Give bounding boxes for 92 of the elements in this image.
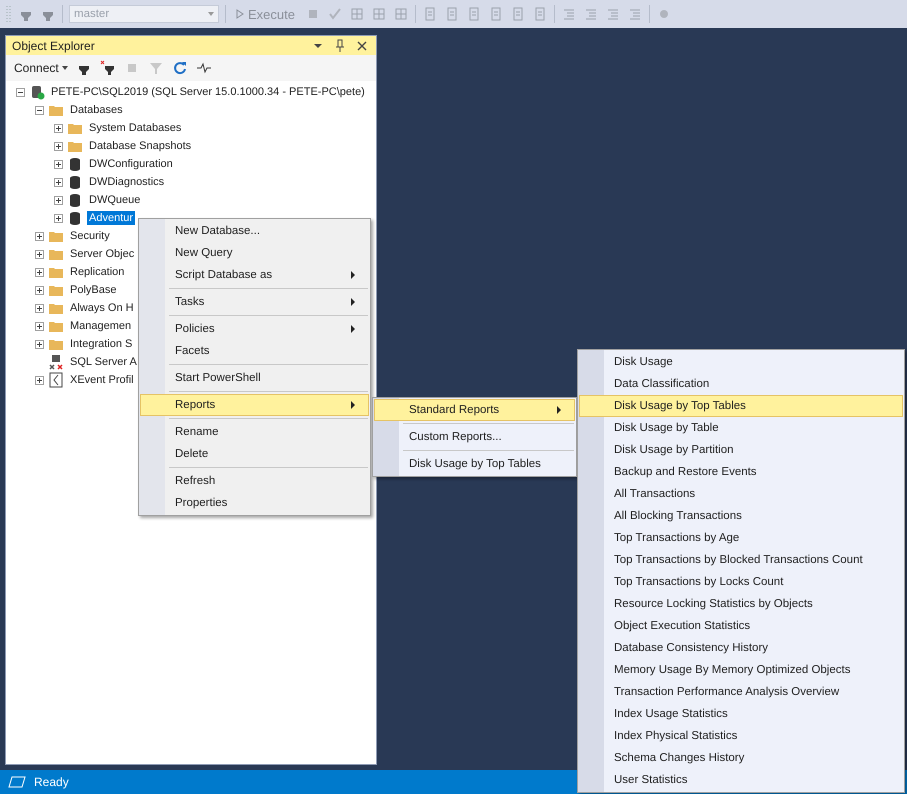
menu-item[interactable]: Memory Usage By Memory Optimized Objects xyxy=(579,659,903,681)
menu-item[interactable]: Data Classification xyxy=(579,373,903,395)
tree-item[interactable]: Database Snapshots xyxy=(87,139,194,153)
menu-item[interactable]: Tasks xyxy=(140,291,369,313)
tree-item[interactable]: XEvent Profil xyxy=(68,373,136,387)
menu-item[interactable]: Resource Locking Statistics by Objects xyxy=(579,593,903,615)
tree-item[interactable]: DWQueue xyxy=(87,193,142,207)
expand-toggle[interactable] xyxy=(35,232,44,240)
menu-item[interactable]: Standard Reports xyxy=(374,399,575,421)
status-icon xyxy=(8,775,26,789)
tree-item[interactable]: DWDiagnostics xyxy=(87,175,166,189)
database-icon xyxy=(67,192,83,208)
menu-item[interactable]: Rename xyxy=(140,421,369,443)
submenu-arrow-icon xyxy=(350,325,356,333)
menu-item[interactable]: Object Execution Statistics xyxy=(579,615,903,637)
status-text: Ready xyxy=(34,775,69,789)
grip-icon xyxy=(6,5,12,23)
menu-item[interactable]: Disk Usage by Partition xyxy=(579,439,903,461)
expand-toggle[interactable] xyxy=(54,178,63,186)
expand-toggle[interactable] xyxy=(35,286,44,294)
menu-item[interactable]: Disk Usage by Table xyxy=(579,417,903,439)
expand-toggle[interactable] xyxy=(54,160,63,168)
menu-item[interactable]: Top Transactions by Locks Count xyxy=(579,571,903,593)
tree-item[interactable]: Replication xyxy=(68,265,126,279)
database-icon xyxy=(67,210,83,226)
menu-item[interactable]: Top Transactions by Blocked Transactions Count xyxy=(579,549,903,571)
tree-item[interactable]: System Databases xyxy=(87,121,184,135)
collapse-toggle[interactable] xyxy=(16,88,25,96)
caret-icon xyxy=(208,12,214,16)
play-icon xyxy=(236,9,244,19)
tree-item[interactable]: SQL Server A xyxy=(68,355,139,369)
tree-item[interactable]: Security xyxy=(68,229,112,243)
expand-toggle[interactable] xyxy=(35,376,44,384)
tree-item[interactable]: PETE-PC\SQL2019 (SQL Server 15.0.1000.34 - PETE-PC\pete) xyxy=(49,85,367,99)
connect-button[interactable]: Connect xyxy=(14,61,68,75)
caret-icon xyxy=(62,66,68,70)
submenu-arrow-icon xyxy=(350,271,356,279)
refresh-icon[interactable] xyxy=(172,60,188,76)
menu-item[interactable]: User Statistics xyxy=(579,769,903,791)
menu-item[interactable]: Refresh xyxy=(140,470,369,492)
menu-item[interactable]: Index Usage Statistics xyxy=(579,703,903,725)
menu-item[interactable]: New Query xyxy=(140,242,369,264)
menu-item[interactable]: Index Physical Statistics xyxy=(579,725,903,747)
database-icon xyxy=(67,156,83,172)
submenu-arrow-icon xyxy=(350,298,356,306)
menu-item[interactable]: Reports xyxy=(140,394,369,416)
panel-title: Object Explorer xyxy=(12,38,95,52)
menu-item[interactable]: Disk Usage by Top Tables xyxy=(374,453,575,475)
menu-item[interactable]: Transaction Performance Analysis Overview xyxy=(579,681,903,703)
disconnect-icon[interactable] xyxy=(100,60,116,76)
menu-item[interactable]: Policies xyxy=(140,318,369,340)
menu-item[interactable]: Script Database as xyxy=(140,264,369,286)
expand-toggle[interactable] xyxy=(35,268,44,276)
expand-toggle[interactable] xyxy=(54,214,63,222)
server-icon xyxy=(29,84,45,100)
menu-item[interactable]: Properties xyxy=(140,492,369,514)
expand-toggle[interactable] xyxy=(54,124,63,132)
submenu-arrow-icon xyxy=(556,406,562,414)
menu-item[interactable]: Disk Usage xyxy=(579,351,903,373)
tree-item[interactable]: Server Objec xyxy=(68,247,136,261)
menu-item[interactable]: Custom Reports... xyxy=(374,426,575,448)
tree-item[interactable]: Adventur xyxy=(87,211,136,225)
menu-item[interactable]: All Blocking Transactions xyxy=(579,505,903,527)
submenu-arrow-icon xyxy=(350,401,356,409)
expand-toggle[interactable] xyxy=(54,142,63,150)
tree-item[interactable]: DWConfiguration xyxy=(87,157,175,171)
tree-item[interactable]: PolyBase xyxy=(68,283,118,297)
check-icon[interactable] xyxy=(326,6,343,22)
tree-item[interactable]: Always On H xyxy=(68,301,136,315)
tree-item[interactable]: Managemen xyxy=(68,319,134,333)
expand-toggle[interactable] xyxy=(35,304,44,312)
menu-item[interactable]: Start PowerShell xyxy=(140,367,369,389)
menu-item[interactable]: Delete xyxy=(140,443,369,465)
menu-item[interactable]: Schema Changes History xyxy=(579,747,903,769)
expand-toggle[interactable] xyxy=(35,250,44,258)
expand-toggle[interactable] xyxy=(54,196,63,204)
menu-item[interactable]: Disk Usage by Top Tables xyxy=(579,395,903,417)
tree-item[interactable]: Databases xyxy=(68,103,125,117)
database-icon xyxy=(67,174,83,190)
expand-toggle[interactable] xyxy=(35,340,44,348)
menu-item[interactable]: Top Transactions by Age xyxy=(579,527,903,549)
expand-toggle[interactable] xyxy=(35,322,44,330)
menu-item[interactable]: New Database... xyxy=(140,220,369,242)
tree-item[interactable]: Integration S xyxy=(68,337,134,351)
menu-item[interactable]: Facets xyxy=(140,340,369,362)
menu-item[interactable]: All Transactions xyxy=(579,483,903,505)
menu-item[interactable]: Database Consistency History xyxy=(579,637,903,659)
menu-item[interactable]: Backup and Restore Events xyxy=(579,461,903,483)
agent-icon xyxy=(48,354,64,370)
event-icon xyxy=(48,372,64,388)
collapse-toggle[interactable] xyxy=(35,106,44,114)
activity-icon[interactable] xyxy=(196,60,212,76)
